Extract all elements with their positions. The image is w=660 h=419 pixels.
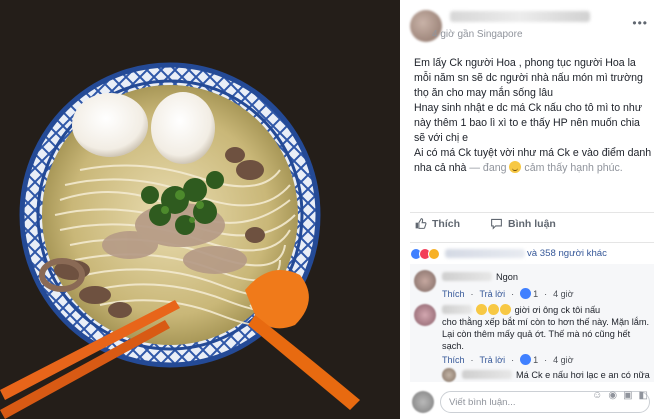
gif-icon[interactable]: ▣ xyxy=(623,390,632,401)
commenter-avatar[interactable] xyxy=(414,304,436,326)
post-header: 4 giờ gần Singapore ••• xyxy=(410,8,654,44)
comment-reply-link[interactable]: Trả lời xyxy=(480,355,506,365)
post-meta: 4 giờ gần Singapore xyxy=(432,29,523,40)
post-paragraph: Hnay sinh nhật e dc má Ck nấu cho tô mì … xyxy=(414,102,642,144)
more-options-icon[interactable]: ••• xyxy=(632,16,648,30)
comment-actions: Thích · Trả lời · 1 · 4 giờ xyxy=(442,288,574,299)
post-panel: 4 giờ gần Singapore ••• Em lấy Ck người … xyxy=(400,0,660,419)
replier-name-blurred[interactable] xyxy=(462,370,512,379)
comment-text: Ngon xyxy=(442,271,518,283)
reply-body: Má Ck e nấu hơi lạc e an có nữa xyxy=(516,370,650,380)
reactions-summary[interactable]: và 358 người khác xyxy=(410,242,654,260)
comment-like-link[interactable]: Thích xyxy=(442,289,465,299)
separator-dot: · xyxy=(544,354,548,365)
current-user-avatar xyxy=(412,391,434,413)
sticker-icon[interactable]: ◧ xyxy=(639,390,648,401)
like-button[interactable]: Thích xyxy=(414,217,460,230)
commenter-name-blurred[interactable] xyxy=(442,272,492,281)
reaction-others-count[interactable]: và 358 người khác xyxy=(527,248,607,259)
comment-time: 4 giờ xyxy=(553,288,574,299)
reactor-names-blurred xyxy=(445,249,525,258)
feeling-text: cảm thấy hạnh phúc. xyxy=(524,162,623,174)
separator-dot: · xyxy=(470,354,474,365)
wow-reaction-icon xyxy=(428,247,440,260)
commenter-name-blurred[interactable] xyxy=(442,305,472,314)
crying-emoji-icon xyxy=(488,304,499,315)
post-paragraph: Ai có má Ck tuyệt vời như má Ck e vào đi… xyxy=(414,146,654,176)
noodle-bowl-image xyxy=(0,0,400,419)
post-action-bar: Thích Bình luận xyxy=(410,212,654,236)
separator-dot: · xyxy=(470,288,474,299)
commenter-avatar[interactable] xyxy=(414,270,436,292)
comment-bubble-icon xyxy=(491,218,502,230)
comment-composer: Viết bình luận... ☺ ◉ ▣ ◧ xyxy=(410,386,654,416)
like-count-value: 1 xyxy=(533,289,539,299)
post-paragraph: Em lấy Ck người Hoa , phong tục người Ho… xyxy=(414,57,643,99)
separator-dot: · xyxy=(511,354,515,365)
comment-button[interactable]: Bình luận xyxy=(490,217,556,230)
crying-emoji-icon xyxy=(476,304,487,315)
thumbs-up-icon xyxy=(415,218,427,229)
comment-like-count: 1 xyxy=(520,288,538,299)
like-count-value: 1 xyxy=(533,355,539,365)
comment-text: giời ơi ông ck tôi nấu cho thằng xếp bắt… xyxy=(442,304,652,352)
like-button-label: Thích xyxy=(432,217,460,230)
comment-body-line: Lại còn thêm mấy quả ớt. Thế mà nó cũng … xyxy=(442,329,631,339)
comment-body: Ngon xyxy=(496,272,518,282)
reply-avatar[interactable] xyxy=(442,368,456,382)
comment-like-link[interactable]: Thích xyxy=(442,355,465,365)
crying-emoji-icon xyxy=(500,304,511,315)
comment-body-line: giời ơi ông ck tôi nấu xyxy=(514,305,601,315)
separator-dot: · xyxy=(544,288,548,299)
like-reaction-icon xyxy=(520,354,532,365)
comment-time: 4 giờ xyxy=(553,354,574,365)
emoji-icon[interactable]: ☺ xyxy=(592,390,602,401)
post-text: Em lấy Ck người Hoa , phong tục người Ho… xyxy=(414,56,654,176)
reply-text: Má Ck e nấu hơi lạc e an có nữa xyxy=(462,369,650,381)
composer-icons: ☺ ◉ ▣ ◧ xyxy=(592,390,648,401)
comment-body-line: cho thằng xếp bắt mí còn to hơn thế này.… xyxy=(442,317,650,327)
happy-face-icon xyxy=(509,161,522,173)
camera-icon[interactable]: ◉ xyxy=(608,390,617,401)
author-name-blurred[interactable] xyxy=(450,11,590,22)
comment-body-line: sạch. xyxy=(442,341,464,351)
comment-like-count: 1 xyxy=(520,354,538,365)
comments-section: Ngon Thích · Trả lời · 1 · 4 giờ giời ơi… xyxy=(410,264,654,382)
comment-actions: Thích · Trả lời · 1 · 4 giờ xyxy=(442,354,574,365)
separator-dot: · xyxy=(511,288,515,299)
comment-reply-link[interactable]: Trả lời xyxy=(480,289,506,299)
post-photo[interactable] xyxy=(0,0,400,419)
like-reaction-icon xyxy=(520,288,532,299)
comment-button-label: Bình luận xyxy=(508,217,556,230)
feeling-prefix: — đang xyxy=(469,162,510,174)
